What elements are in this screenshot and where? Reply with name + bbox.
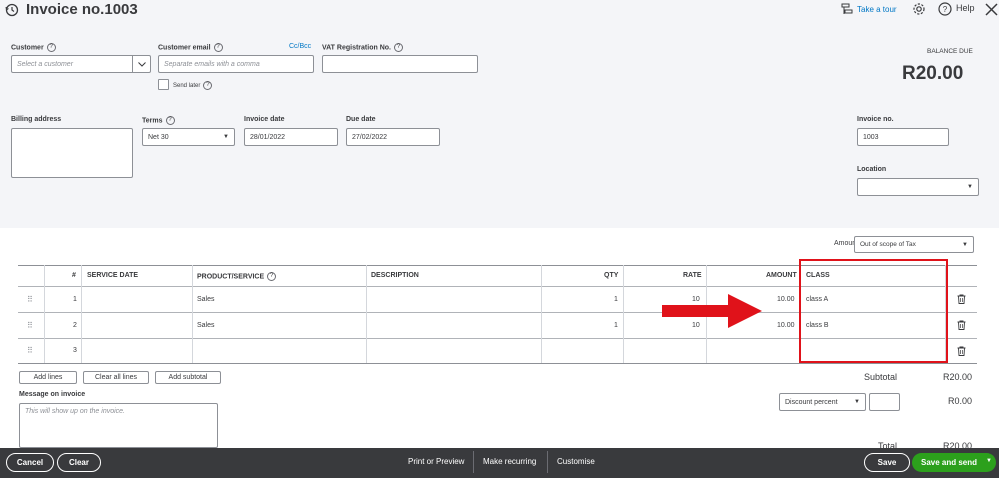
col-divider — [623, 265, 624, 363]
customise-link[interactable]: Customise — [557, 457, 595, 466]
col-divider — [366, 265, 367, 363]
billing-address-textarea[interactable] — [11, 128, 133, 178]
recent-transactions-icon[interactable] — [4, 2, 20, 18]
invoice-date-label: Invoice date — [244, 116, 285, 123]
take-a-tour-link[interactable]: Take a tour — [857, 5, 897, 14]
col-divider — [192, 265, 193, 363]
message-label: Message on invoice — [19, 391, 86, 398]
col-header-qty: QTY — [604, 272, 619, 279]
customer-email-label: Customer email? — [158, 43, 223, 52]
discount-amount: R0.00 — [948, 396, 973, 406]
row-product[interactable]: Sales — [197, 322, 215, 329]
caret-down-icon[interactable]: ▼ — [967, 184, 973, 190]
terms-help-icon[interactable]: ? — [165, 116, 175, 125]
invoice-date-input[interactable]: 28/01/2022 — [244, 128, 338, 146]
drag-handle-icon[interactable]: ⠿ — [27, 321, 33, 330]
caret-down-icon[interactable]: ▼ — [962, 242, 968, 248]
trash-icon[interactable] — [955, 293, 967, 305]
row-qty[interactable]: 1 — [614, 322, 618, 329]
trash-icon[interactable] — [955, 345, 967, 357]
row-num: 2 — [73, 322, 77, 329]
drag-handle-icon[interactable]: ⠿ — [27, 346, 33, 355]
drag-handle-icon[interactable]: ⠿ — [27, 295, 33, 304]
col-header-product: PRODUCT/SERVICE? — [197, 272, 277, 281]
chevron-down-icon[interactable]: ▼ — [986, 458, 992, 464]
cc-bcc-link[interactable]: Cc/Bcc — [289, 43, 311, 50]
invoice-header — [0, 0, 999, 228]
settings-gear-icon[interactable] — [911, 1, 927, 17]
terms-label: Terms? — [142, 116, 175, 125]
save-button[interactable]: Save — [864, 453, 910, 472]
col-header-num: # — [72, 272, 76, 279]
row-amount[interactable]: 10.00 — [777, 296, 795, 303]
save-and-send-button[interactable]: Save and send ▼ — [912, 453, 996, 472]
location-label: Location — [857, 166, 887, 173]
tour-icon[interactable] — [840, 2, 854, 16]
terms-select[interactable]: Net 30 ▼ — [142, 128, 235, 146]
vat-help-icon[interactable]: ? — [393, 43, 403, 52]
customer-select[interactable]: Select a customer — [11, 55, 151, 73]
customer-email-input[interactable]: Separate emails with a comma — [158, 55, 314, 73]
subtotal-label: Subtotal — [864, 372, 898, 382]
col-divider — [81, 265, 82, 363]
vat-registration-input[interactable] — [322, 55, 478, 73]
due-date-input[interactable]: 27/02/2022 — [346, 128, 440, 146]
row-num: 1 — [73, 296, 77, 303]
send-later-checkbox[interactable] — [158, 79, 169, 90]
chevron-down-icon[interactable] — [132, 56, 150, 72]
add-lines-button[interactable]: Add lines — [19, 371, 77, 384]
billing-address-label: Billing address — [11, 116, 62, 123]
discount-type-select[interactable]: Discount percent ▼ — [779, 393, 866, 411]
row-num: 3 — [73, 347, 77, 354]
add-subtotal-button[interactable]: Add subtotal — [155, 371, 221, 384]
help-icon[interactable]: ? — [937, 1, 953, 17]
col-header-amount: AMOUNT — [766, 272, 797, 279]
vat-label: VAT Registration No.? — [322, 43, 403, 52]
footer-divider — [473, 451, 474, 473]
footer-divider — [547, 451, 548, 473]
close-icon[interactable] — [983, 0, 999, 18]
trash-icon[interactable] — [955, 319, 967, 331]
print-preview-link[interactable]: Print or Preview — [408, 457, 464, 466]
customer-label: Customer? — [11, 43, 56, 52]
send-later-label: Send later? — [173, 81, 213, 90]
help-label[interactable]: Help — [956, 3, 975, 13]
balance-due-amount: R20.00 — [902, 63, 964, 84]
cancel-button[interactable]: Cancel — [6, 453, 54, 472]
send-later-help-icon[interactable]: ? — [203, 81, 213, 90]
product-help-icon[interactable]: ? — [267, 272, 277, 281]
subtotal-value: R20.00 — [943, 372, 973, 382]
make-recurring-link[interactable]: Make recurring — [483, 457, 536, 466]
col-header-rate: RATE — [683, 272, 702, 279]
col-divider — [541, 265, 542, 363]
clear-button[interactable]: Clear — [57, 453, 101, 472]
message-textarea[interactable]: This will show up on the invoice. — [19, 403, 218, 448]
page-title: Invoice no.1003 — [26, 1, 138, 18]
caret-down-icon[interactable]: ▼ — [223, 134, 229, 140]
customer-help-icon[interactable]: ? — [46, 43, 56, 52]
row-product[interactable]: Sales — [197, 296, 215, 303]
svg-text:?: ? — [943, 5, 948, 14]
caret-down-icon[interactable]: ▼ — [854, 399, 860, 405]
save-and-send-label: Save and send — [921, 458, 978, 467]
email-help-icon[interactable]: ? — [213, 43, 223, 52]
class-column-highlight — [799, 259, 948, 363]
clear-all-lines-button[interactable]: Clear all lines — [83, 371, 149, 384]
due-date-label: Due date — [346, 116, 376, 123]
col-divider — [44, 265, 45, 363]
location-select[interactable]: ▼ — [857, 178, 979, 196]
row-amount[interactable]: 10.00 — [777, 322, 795, 329]
red-arrow-icon — [662, 294, 762, 328]
balance-due-label: BALANCE DUE — [927, 48, 973, 55]
col-header-description: DESCRIPTION — [371, 272, 419, 279]
invoice-no-input[interactable]: 1003 — [857, 128, 949, 146]
discount-value-input[interactable] — [869, 393, 900, 411]
col-header-service-date: SERVICE DATE — [87, 272, 139, 279]
invoice-no-label: Invoice no. — [857, 116, 894, 123]
amounts-are-select[interactable]: Out of scope of Tax ▼ — [854, 236, 974, 253]
table-bottom-border — [18, 363, 977, 364]
row-qty[interactable]: 1 — [614, 296, 618, 303]
